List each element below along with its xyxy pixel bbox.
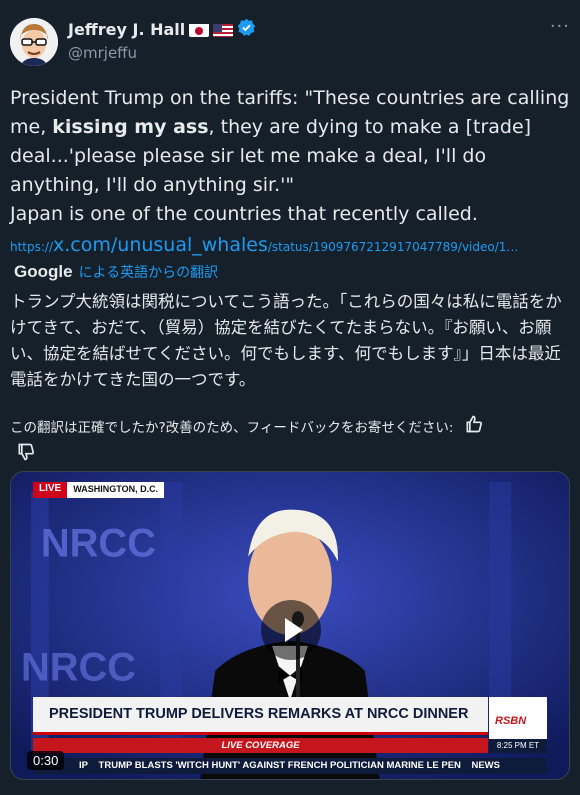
tweet-text-line2: Japan is one of the countries that recen… (10, 203, 478, 225)
display-name[interactable]: Jeffrey J. Hall (68, 20, 185, 39)
backdrop-text: NRCC (41, 522, 156, 566)
more-options-icon[interactable]: ··· (550, 16, 570, 37)
live-bug: LIVE WASHINGTON, D.C. (33, 482, 165, 498)
user-handle[interactable]: @mrjeffu (68, 44, 137, 62)
tweet-body: President Trump on the tariffs: "These c… (10, 84, 570, 229)
news-ticker: IP TRUMP BLASTS 'WITCH HUNT' AGAINST FRE… (33, 758, 547, 774)
location-label: WASHINGTON, D.C. (67, 482, 165, 498)
network-logo: RSBN 8:25 PM ET (489, 697, 547, 753)
broadcast-time: 8:25 PM ET (489, 739, 547, 753)
japan-flag-icon (189, 23, 210, 37)
video-player[interactable]: NRCC NRCC LIVE WASHINGTON, D.C. PRESIDEN… (10, 471, 570, 780)
network-name: RSBN (495, 715, 527, 727)
feedback-prompt: この翻訳は正確でしたか?改善のため、フィードバックをお寄せください: (10, 420, 454, 436)
avatar[interactable] (10, 18, 58, 66)
tweet-text-bold: kissing my ass (52, 116, 209, 138)
thumbs-up-icon[interactable] (464, 414, 484, 442)
tweet-link[interactable]: https://x.com/unusual_whales/status/1909… (10, 234, 518, 256)
link-prefix: https:// (10, 240, 54, 254)
play-button-icon[interactable] (261, 600, 321, 660)
backdrop-text: NRCC (21, 646, 136, 690)
translation-by-label[interactable]: による英語からの翻訳 (79, 262, 219, 282)
translation-feedback: この翻訳は正確でしたか?改善のため、フィードバックをお寄せください: (10, 414, 570, 470)
avatar-image (10, 18, 58, 66)
name-row: Jeffrey J. Hall (68, 18, 256, 41)
ticker-text: TRUMP BLASTS 'WITCH HUNT' AGAINST FRENCH… (98, 760, 461, 771)
video-duration: 0:30 (27, 751, 65, 770)
link-suffix: /status/1909767212917047789/video/1… (267, 240, 519, 254)
thumbs-down-icon[interactable] (16, 442, 36, 470)
live-coverage-bar: LIVE COVERAGE (33, 738, 488, 753)
ticker-start: IP (79, 760, 88, 771)
tweet-header: Jeffrey J. Hall @mrjeffu ··· (10, 14, 570, 70)
link-main: x.com/unusual_whales (53, 234, 268, 256)
google-logo: Google (14, 262, 73, 281)
live-badge: LIVE (33, 482, 68, 498)
ticker-end: NEWS (471, 760, 500, 771)
lower-third: PRESIDENT TRUMP DELIVERS REMARKS AT NRCC… (33, 697, 488, 735)
translated-text: トランプ大統領は関税についてこう語った。「これらの国々は私に電話をかけてきて、お… (10, 292, 562, 389)
usa-flag-icon (213, 23, 234, 37)
video-headline: PRESIDENT TRUMP DELIVERS REMARKS AT NRCC… (49, 706, 469, 722)
verified-badge-icon (237, 18, 256, 41)
translation-attribution: Google による英語からの翻訳 (14, 262, 218, 282)
